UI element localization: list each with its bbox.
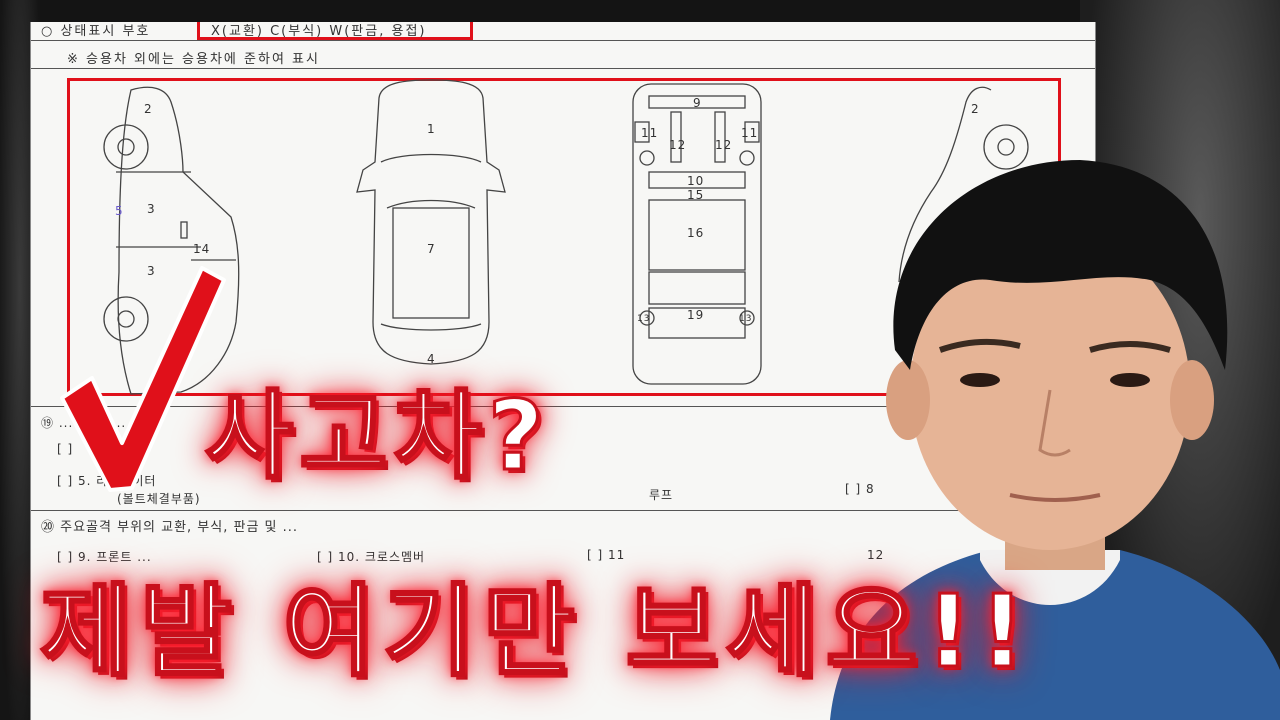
row20-label: ⑳ 주요골격 부위의 교환, 부식, 판금 및 ...	[41, 520, 299, 535]
part-number: 11	[641, 126, 659, 140]
part-number: 3	[147, 202, 156, 216]
part-number: 14	[193, 242, 211, 256]
eye-left	[960, 373, 1000, 387]
thumbnail-subtitle: 제발 여기만 보세요!!	[39, 572, 1033, 692]
part-number: 11	[741, 126, 759, 140]
part-number: 13	[739, 314, 753, 324]
thumbnail-title: 사고차?	[204, 379, 550, 494]
part-number: 1	[427, 122, 436, 136]
part-number: 19	[687, 308, 705, 322]
part-number: 10	[687, 174, 705, 188]
part-number: 2	[971, 102, 980, 116]
ear-right	[1170, 360, 1214, 440]
part-number: 16	[687, 226, 705, 240]
row19-item: 루프	[649, 488, 674, 502]
eye-right	[1110, 373, 1150, 387]
part-number: 5	[115, 204, 124, 218]
part-number: 7	[427, 242, 436, 256]
part-number: 12	[715, 138, 733, 152]
ear-left	[886, 360, 930, 440]
part-number: 12	[669, 138, 687, 152]
part-number: 15	[687, 188, 705, 202]
part-number: 9	[693, 96, 702, 110]
part-number: 13	[637, 314, 651, 324]
part-number: 2	[144, 102, 153, 116]
